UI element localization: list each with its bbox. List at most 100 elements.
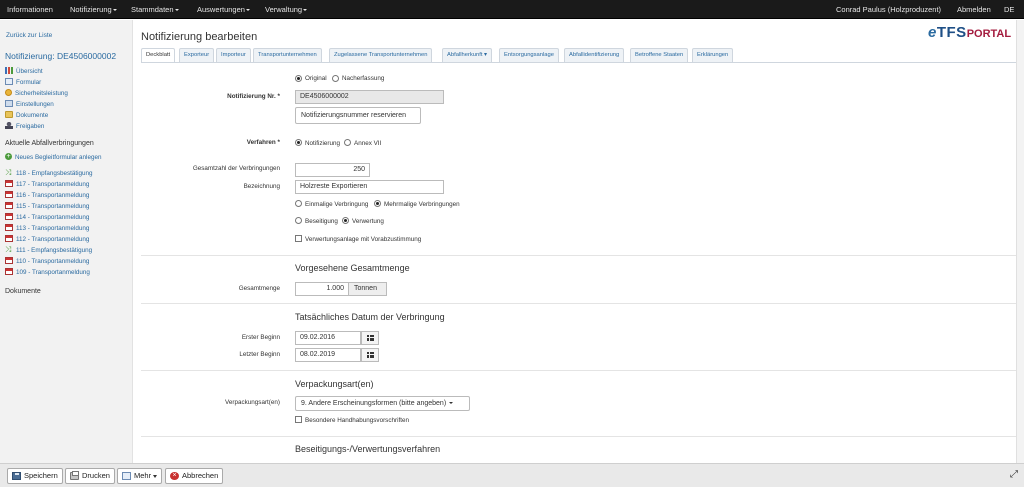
total-movements-field[interactable]: 250: [295, 163, 370, 177]
last-start-calendar-button[interactable]: [361, 348, 379, 362]
tab-transportunternehmen[interactable]: Transportunternehmen: [253, 48, 322, 62]
print-button[interactable]: Drucken: [65, 468, 115, 484]
packaging-section-title: Verpackungsart(en): [295, 379, 374, 389]
movement-item[interactable]: 112 - Transportanmeldung: [5, 234, 89, 244]
transport-icon: [5, 234, 13, 242]
movement-item[interactable]: 109 - Transportanmeldung: [5, 267, 90, 277]
language-switch[interactable]: DE: [1004, 0, 1014, 19]
save-icon: [12, 472, 21, 480]
user-menu[interactable]: Conrad Paulus (Holzproduzent): [836, 0, 941, 19]
notification-id-link[interactable]: Notifizierung: DE4506000002: [5, 51, 116, 61]
logout-link[interactable]: Abmelden: [957, 0, 991, 19]
movement-item[interactable]: 110 - Transportanmeldung: [5, 256, 89, 266]
expand-icon[interactable]: ⤢: [1010, 469, 1018, 480]
reserve-number-button[interactable]: Notifizierungsnummer reservieren: [295, 107, 421, 124]
radio-verwertung-label: Verwertung: [352, 218, 384, 225]
vertical-scrollbar[interactable]: [1016, 20, 1024, 463]
tab-deckblatt[interactable]: Deckblatt: [141, 48, 176, 63]
quantity-section-title: Vorgesehene Gesamtmenge: [295, 263, 410, 273]
sidebar-item-formular[interactable]: Formular: [5, 77, 41, 87]
settings-icon: [5, 99, 13, 107]
back-to-list-link[interactable]: Zurück zur Liste: [6, 32, 52, 39]
sidebar-item-sicherheitsleistung[interactable]: Sicherheitsleistung: [5, 88, 68, 98]
radio-nacherfassung[interactable]: [332, 75, 339, 82]
notif-nr-field[interactable]: DE4506000002: [295, 90, 444, 104]
radio-mehrmalige-verbringungen[interactable]: [374, 200, 381, 207]
coin-icon: [5, 88, 12, 96]
quantity-field[interactable]: 1.000: [295, 282, 349, 296]
close-icon: ×: [170, 472, 179, 480]
quantity-unit: Tonnen: [348, 282, 387, 296]
nav-auswertungen[interactable]: Auswertungen: [197, 0, 250, 19]
calendar-icon: [367, 352, 374, 358]
caret-down-icon: [245, 9, 250, 12]
radio-verwertung[interactable]: [342, 217, 349, 224]
page-title: Notifizierung bearbeiten: [141, 31, 258, 43]
sidebar-item-freigaben[interactable]: Freigaben: [5, 121, 44, 131]
section-divider: [141, 303, 1016, 304]
last-start-date-field[interactable]: 08.02.2019: [295, 348, 361, 362]
special-handling-checkbox[interactable]: [295, 416, 302, 423]
etfs-portal-logo: eTFSPORTAL: [928, 24, 1012, 41]
caret-down-icon: [174, 9, 179, 12]
radio-original[interactable]: [295, 75, 302, 82]
transport-icon: [5, 212, 13, 220]
caret-down-icon: [112, 9, 117, 12]
radio-original-label: Original: [305, 75, 327, 82]
tab-abfallidentifizierung[interactable]: Abfallidentifizierung: [564, 48, 625, 62]
tab-zugelassene-transportunternehmen[interactable]: Zugelassene Transportunternehmen: [329, 48, 433, 62]
calendar-icon: [367, 335, 374, 341]
folder-icon: [5, 110, 13, 118]
sidebar-item-uebersicht[interactable]: Übersicht: [5, 66, 43, 76]
radio-annex-vii[interactable]: [344, 139, 351, 146]
packaging-select[interactable]: 9. Andere Erscheinungsformen (bitte ange…: [295, 396, 470, 411]
nav-notifizierung[interactable]: Notifizierung: [70, 0, 117, 19]
movement-item[interactable]: 116 - Transportanmeldung: [5, 190, 89, 200]
movement-item[interactable]: ⤨ 111 - Empfangsbestätigung: [5, 244, 92, 255]
print-icon: [70, 471, 79, 480]
cancel-button[interactable]: × Abbrechen: [165, 468, 224, 484]
movement-item[interactable]: 117 - Transportanmeldung: [5, 179, 89, 189]
radio-notifizierung[interactable]: [295, 139, 302, 146]
sidebar-item-dokumente[interactable]: Dokumente: [5, 110, 48, 120]
nav-verwaltung[interactable]: Verwaltung: [265, 0, 308, 19]
new-form-link[interactable]: + Neues Begleitformular anlegen: [5, 152, 101, 162]
radio-einmalige-verbringung[interactable]: [295, 200, 302, 207]
save-button[interactable]: Speichern: [7, 468, 63, 484]
documents-heading: Dokumente: [5, 288, 41, 295]
movement-item[interactable]: ⤨ 118 - Empfangsbestätigung: [5, 167, 93, 178]
tab-abfallherkunft[interactable]: Abfallherkunft ▾: [442, 48, 492, 62]
nav-stammdaten[interactable]: Stammdaten: [131, 0, 179, 19]
first-start-date-field[interactable]: 09.02.2016: [295, 331, 361, 345]
caret-down-icon: [153, 474, 158, 478]
section-divider: [141, 370, 1016, 371]
tab-importeur[interactable]: Importeur: [216, 48, 251, 62]
movement-item[interactable]: 115 - Transportanmeldung: [5, 201, 89, 211]
sidebar-item-einstellungen[interactable]: Einstellungen: [5, 99, 54, 109]
nav-informationen[interactable]: Informationen: [7, 0, 53, 19]
special-handling-label: Besondere Handhabungsvorschriften: [305, 417, 409, 424]
transport-icon: [5, 256, 13, 264]
movement-item[interactable]: 114 - Transportanmeldung: [5, 212, 89, 222]
designation-field[interactable]: Holzreste Exportieren: [295, 180, 444, 194]
section-divider: [141, 436, 1016, 437]
first-start-calendar-button[interactable]: [361, 331, 379, 345]
tab-erklaerungen[interactable]: Erklärungen: [692, 48, 734, 62]
user-icon: [5, 121, 13, 129]
more-button[interactable]: Mehr: [117, 468, 163, 484]
bottom-toolbar: Speichern Drucken Mehr × Abbrechen: [0, 463, 1024, 487]
tab-exporteur[interactable]: Exporteur: [179, 48, 215, 62]
sidebar: Zurück zur Liste Notifizierung: DE450600…: [0, 20, 133, 463]
receipt-icon: ⤨: [5, 244, 12, 254]
movement-item[interactable]: 113 - Transportanmeldung: [5, 223, 89, 233]
radio-beseitigung[interactable]: [295, 217, 302, 224]
tab-betroffene-staaten[interactable]: Betroffene Staaten: [630, 48, 689, 62]
tab-entsorgungsanlage[interactable]: Entsorgungsanlage: [499, 48, 559, 62]
receipt-icon: ⤨: [5, 167, 12, 177]
preconsent-checkbox[interactable]: [295, 235, 302, 242]
transport-icon: [5, 190, 13, 198]
procedure-label: Verfahren *: [246, 139, 280, 146]
notif-nr-label: Notifizierung Nr. *: [227, 93, 280, 100]
radio-notifizierung-label: Notifizierung: [305, 140, 340, 147]
total-movements-label: Gesamtzahl der Verbringungen: [192, 165, 280, 172]
